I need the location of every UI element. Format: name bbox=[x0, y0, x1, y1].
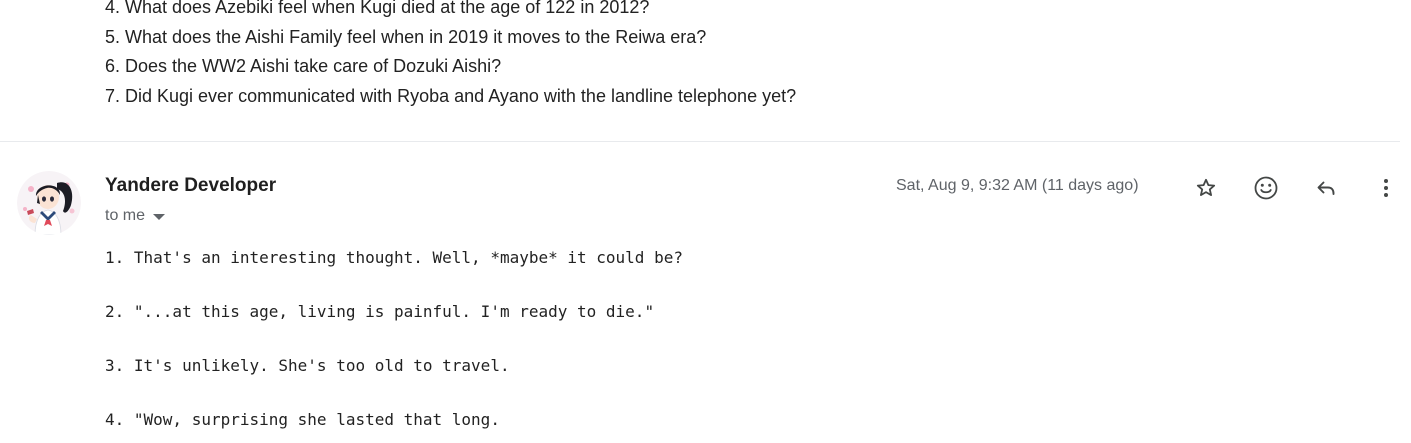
body-line: 2. "...at this age, living is painful. I… bbox=[105, 302, 655, 321]
quoted-line: 6. Does the WW2 Aishi take care of Dozuk… bbox=[105, 56, 502, 77]
star-icon bbox=[1196, 178, 1216, 196]
quoted-line: 5. What does the Aishi Family feel when … bbox=[105, 26, 707, 47]
reply-icon bbox=[1317, 181, 1335, 195]
email-thread-view: 4. What does Azebiki feel when Kugi died… bbox=[0, 0, 1411, 443]
more-options-button[interactable] bbox=[1370, 172, 1402, 204]
body-line: 4. "Wow, surprising she lasted that long… bbox=[105, 410, 500, 429]
message-date: Sat, Aug 9, 9:32 AM (11 days ago) bbox=[896, 177, 1139, 194]
quoted-line: 7. Did Kugi ever communicated with Ryoba… bbox=[105, 86, 797, 107]
recipient-details-toggle[interactable]: to me bbox=[105, 207, 166, 225]
body-line: 1. That's an interesting thought. Well, … bbox=[105, 248, 683, 267]
chevron-down-icon[interactable] bbox=[153, 214, 166, 220]
add-reaction-button[interactable] bbox=[1250, 172, 1282, 204]
reply-button[interactable] bbox=[1310, 172, 1342, 204]
quoted-line: 4. What does Azebiki feel when Kugi died… bbox=[105, 0, 650, 17]
sender-name[interactable]: Yandere Developer bbox=[105, 175, 276, 197]
sender-avatar[interactable] bbox=[17, 171, 81, 235]
more-vert-icon bbox=[1384, 179, 1388, 197]
quoted-previous-message: 4. What does Azebiki feel when Kugi died… bbox=[105, 0, 796, 112]
recipient-label: to me bbox=[105, 207, 146, 224]
star-button[interactable] bbox=[1190, 172, 1222, 204]
message-divider bbox=[0, 141, 1400, 142]
body-line: 3. It's unlikely. She's too old to trave… bbox=[105, 356, 510, 375]
message-body: 1. That's an interesting thought. Well, … bbox=[105, 244, 683, 443]
emoji-icon bbox=[1254, 176, 1278, 200]
